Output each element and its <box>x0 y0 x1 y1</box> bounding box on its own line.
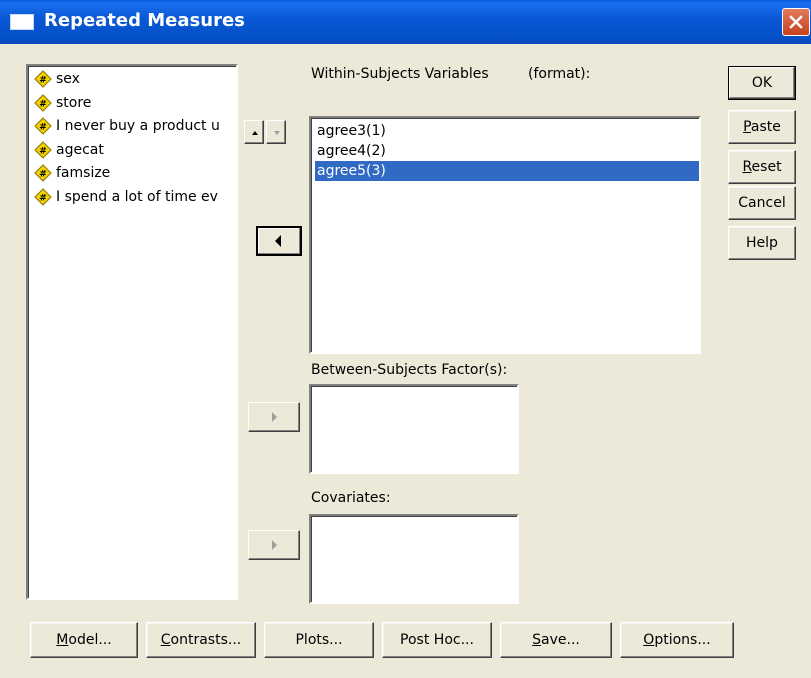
svg-text:#: # <box>39 170 47 180</box>
options-button[interactable]: Options... <box>620 622 734 658</box>
numeric-variable-icon: # <box>34 117 52 135</box>
svg-text:#: # <box>39 146 47 156</box>
move-down-button[interactable] <box>266 120 286 144</box>
title-bar: Repeated Measures <box>0 0 811 44</box>
variable-label: famsize <box>56 165 111 181</box>
between-subjects-list[interactable] <box>309 384 519 474</box>
within-subjects-item[interactable]: agree5(3) <box>315 161 699 181</box>
numeric-variable-icon: # <box>34 140 52 159</box>
within-subjects-list[interactable]: agree3(1) agree4(2) agree5(3) <box>309 116 701 354</box>
between-subjects-label: Between-Subjects Factor(s): <box>311 362 508 378</box>
numeric-variable-icon: # <box>34 187 52 206</box>
variable-label: I spend a lot of time ev <box>56 188 218 205</box>
arrow-left-icon <box>275 235 281 247</box>
covariates-label: Covariates: <box>311 490 391 506</box>
plots-button[interactable]: Plots... <box>264 622 374 658</box>
arrow-right-icon <box>272 412 277 422</box>
cancel-button[interactable]: Cancel <box>728 186 796 220</box>
window-title: Repeated Measures <box>44 10 245 31</box>
post-hoc-button[interactable]: Post Hoc... <box>382 622 492 658</box>
save-button[interactable]: Save... <box>500 622 612 658</box>
window-icon <box>10 14 34 30</box>
variable-label: sex <box>56 71 80 87</box>
svg-text:#: # <box>39 123 47 133</box>
covariates-list[interactable] <box>309 514 519 604</box>
arrow-right-icon <box>272 540 277 550</box>
numeric-variable-icon: # <box>34 164 52 182</box>
svg-text:#: # <box>39 99 47 109</box>
format-label: (format): <box>528 66 591 82</box>
svg-text:#: # <box>39 76 47 86</box>
move-right-covariates-button[interactable] <box>248 530 300 560</box>
within-subjects-item[interactable]: agree4(2) <box>315 141 386 161</box>
within-subjects-item[interactable]: agree3(1) <box>315 121 386 141</box>
variable-label: I never buy a product u <box>56 118 220 134</box>
help-button[interactable]: Help <box>728 226 796 260</box>
arrow-down-icon <box>274 131 280 135</box>
model-button[interactable]: Model... <box>30 622 138 658</box>
arrow-up-icon <box>252 131 258 135</box>
numeric-variable-icon: # <box>34 93 52 112</box>
svg-text:#: # <box>39 193 47 203</box>
ok-button[interactable]: OK <box>728 66 796 100</box>
reset-button[interactable]: Reset <box>728 150 796 184</box>
close-icon <box>789 15 803 29</box>
contrasts-button[interactable]: Contrasts... <box>146 622 256 658</box>
source-variable-list[interactable]: # sex # store # I never buy a product u # ageca… <box>26 64 238 600</box>
variable-label: store <box>56 94 92 111</box>
move-up-button[interactable] <box>244 120 264 144</box>
move-left-button[interactable] <box>256 226 302 256</box>
paste-button[interactable]: Paste <box>728 110 796 144</box>
variable-label: agecat <box>56 141 104 158</box>
move-right-between-button[interactable] <box>248 402 300 432</box>
within-subjects-label: Within-Subjects Variables <box>311 66 489 82</box>
numeric-variable-icon: # <box>34 70 52 88</box>
close-button[interactable] <box>782 8 810 36</box>
